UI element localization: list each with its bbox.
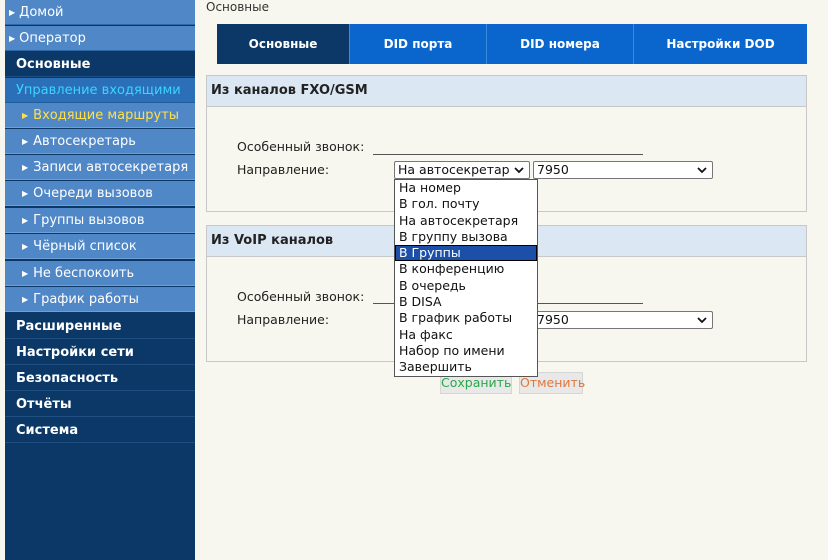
dropdown-option[interactable]: В группу вызова <box>395 229 537 245</box>
triangle-right-icon: ▶ <box>9 8 16 17</box>
direction-select[interactable]: На автосекретар <box>394 161 530 179</box>
sidebar-item-do-not-disturb[interactable]: ▶ Не беспокоить <box>5 261 195 286</box>
chevron-down-icon <box>697 317 707 324</box>
direction-select-value: На автосекретар <box>398 162 510 177</box>
dropdown-option[interactable]: В график работы <box>395 310 537 326</box>
target-select-value: 7950 <box>537 312 569 327</box>
sidebar-subsection-label: Управление входящими <box>16 83 181 98</box>
sidebar-item-call-queues[interactable]: ▶ Очереди вызовов <box>5 181 195 206</box>
dropdown-option[interactable]: На номер <box>395 180 537 196</box>
target-select[interactable]: 7950 <box>533 161 713 179</box>
sidebar-item-label: Оператор <box>19 31 86 46</box>
dropdown-option-highlighted[interactable]: В Группы пэйджинга <box>395 245 537 276</box>
dropdown-option[interactable]: В гол. почту <box>395 196 537 212</box>
triangle-right-icon: ▶ <box>22 242 29 251</box>
dropdown-option[interactable]: Набор по имени <box>395 343 537 359</box>
target-select[interactable]: 7950 <box>533 311 713 329</box>
triangle-right-icon: ▶ <box>22 189 29 198</box>
dropdown-option[interactable]: На факс <box>395 327 537 343</box>
tab-basic[interactable]: Основные <box>217 24 350 64</box>
sidebar-section-label: Безопасность <box>16 371 119 386</box>
panel-title: Из каналов FXO/GSM <box>207 76 806 107</box>
breadcrumb: Основные <box>206 0 270 14</box>
chevron-down-icon <box>514 167 524 174</box>
triangle-right-icon: ▶ <box>22 216 29 225</box>
sidebar-item-call-groups[interactable]: ▶ Группы вызовов <box>5 208 195 233</box>
tab-did-number[interactable]: DID номера <box>487 24 634 64</box>
distinctive-ring-label: Особенный звонок: <box>237 289 365 304</box>
distinctive-ring-field[interactable] <box>373 154 643 155</box>
sidebar-item-autoattendant[interactable]: ▶ Автосекретарь <box>5 129 195 154</box>
sidebar-item-autoattendant-records[interactable]: ▶ Записи автосекретаря <box>5 155 195 180</box>
sidebar-section-system[interactable]: Система <box>5 418 195 443</box>
sidebar-item-home[interactable]: ▶ Домой <box>5 0 195 25</box>
sidebar-item-label: Очереди вызовов <box>33 186 153 201</box>
chevron-down-icon <box>697 167 707 174</box>
sidebar-section-label: Расширенные <box>16 319 122 334</box>
sidebar-subsection-incoming[interactable]: Управление входящими <box>5 78 195 103</box>
sidebar-section-network[interactable]: Настройки сети <box>5 340 195 365</box>
sidebar-section-basic[interactable]: Основные <box>5 52 195 77</box>
triangle-right-icon: ▶ <box>22 295 29 304</box>
dropdown-option[interactable]: На автосекретаря <box>395 213 537 229</box>
sidebar-section-reports[interactable]: Отчёты <box>5 392 195 417</box>
sidebar-item-operator[interactable]: ▶ Оператор <box>5 26 195 51</box>
sidebar-section-advanced[interactable]: Расширенные <box>5 314 195 339</box>
triangle-right-icon: ▶ <box>22 111 29 120</box>
sidebar-item-label: Не беспокоить <box>33 266 135 281</box>
sidebar-item-label: Входящие маршруты <box>33 108 180 123</box>
sidebar-item-incoming-routes[interactable]: ▶ Входящие маршруты <box>5 103 195 128</box>
dropdown-option[interactable]: В очередь <box>395 278 537 294</box>
sidebar-section-label: Настройки сети <box>16 345 134 360</box>
tab-dod-settings[interactable]: Настройки DOD <box>634 24 807 64</box>
target-select-value: 7950 <box>537 162 569 177</box>
dropdown-option[interactable]: Завершить <box>395 359 537 375</box>
triangle-right-icon: ▶ <box>9 34 16 43</box>
sidebar-item-schedule[interactable]: ▶ График работы <box>5 287 195 312</box>
dropdown-option[interactable]: В DISA <box>395 294 537 310</box>
tab-bar: Основные DID порта DID номера Настройки … <box>217 24 807 64</box>
sidebar-section-label: Основные <box>16 57 91 72</box>
sidebar-section-label: Система <box>16 423 79 438</box>
tab-did-port[interactable]: DID порта <box>350 24 487 64</box>
sidebar-item-label: Автосекретарь <box>33 134 136 149</box>
sidebar-item-label: Домой <box>19 5 64 20</box>
sidebar-item-label: График работы <box>33 292 139 307</box>
direction-label: Направление: <box>237 312 330 327</box>
dropdown-option[interactable]: В конференцию <box>395 261 537 277</box>
triangle-right-icon: ▶ <box>22 137 29 146</box>
direction-dropdown-list: На номер В гол. почту На автосекретаря В… <box>394 179 538 377</box>
triangle-right-icon: ▶ <box>22 269 29 278</box>
direction-label: Направление: <box>237 162 330 177</box>
sidebar-item-label: Группы вызовов <box>33 213 145 228</box>
sidebar: ▶ Домой ▶ Оператор Основные Управление вхо… <box>5 0 195 560</box>
sidebar-item-label: Записи автосекретаря <box>33 160 189 175</box>
sidebar-section-security[interactable]: Безопасность <box>5 366 195 391</box>
distinctive-ring-label: Особенный звонок: <box>237 139 365 154</box>
sidebar-item-blacklist[interactable]: ▶ Чёрный список <box>5 234 195 259</box>
triangle-right-icon: ▶ <box>22 163 29 172</box>
sidebar-section-label: Отчёты <box>16 397 72 412</box>
sidebar-item-label: Чёрный список <box>33 239 137 254</box>
